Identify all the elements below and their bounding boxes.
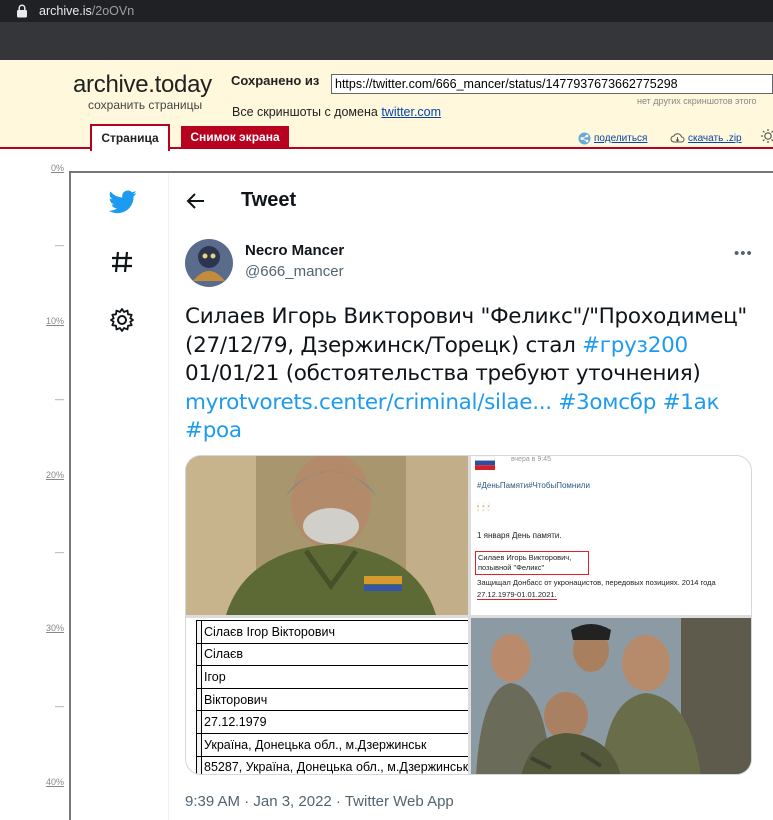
download-label: скачать .zip — [688, 132, 742, 144]
ruler-mark[interactable]: — — [40, 701, 64, 711]
hashtag-icon[interactable] — [109, 249, 135, 275]
vk-name-line: Силаев Игорь Викторович, — [478, 553, 572, 562]
lock-icon — [17, 4, 27, 18]
url-display[interactable]: archive.is/2oOVn — [16, 2, 134, 20]
table-row: Сілаєв — [196, 642, 468, 667]
domain-link[interactable]: twitter.com — [381, 105, 441, 119]
browser-toolbar — [0, 22, 773, 60]
vk-post-text: Защищал Донбасс от укронацистов, передов… — [477, 578, 716, 587]
media-photo-group[interactable] — [471, 618, 751, 774]
hashtag-link[interactable]: #роа — [185, 418, 242, 443]
avatar-image — [185, 239, 233, 287]
vk-post-day: 1 января День памяти. — [477, 531, 562, 540]
saved-url-field[interactable]: https://twitter.com/666_mancer/status/14… — [331, 74, 773, 94]
document-table: Сілаєв Ігор Вікторович Сілаєв Ігор Вікто… — [196, 620, 468, 774]
ruler-mark[interactable]: — — [40, 547, 64, 557]
url-link[interactable]: myrotvorets.center/criminal/silae... — [185, 390, 552, 415]
table-cell: Україна, Донецька обл., м.Дзержинськ — [200, 732, 468, 757]
tab-page[interactable]: Страница — [90, 124, 170, 151]
cloud-download-icon — [670, 133, 685, 143]
download-zip-link[interactable]: скачать .zip — [670, 132, 742, 144]
table-cell: 27.12.1979 — [200, 710, 468, 734]
tweet-text: Силаев Игорь Викторович "Феликс"/"Проход… — [185, 303, 757, 446]
ruler-mark[interactable]: 20% — [40, 470, 64, 480]
table-cell: Вікторович — [200, 687, 468, 712]
back-arrow-icon[interactable] — [186, 191, 206, 211]
share-label: поделиться — [594, 133, 648, 144]
archive-header: archive.today сохранить страницы Сохране… — [0, 60, 773, 151]
table-row: Ігор — [196, 665, 468, 689]
table-cell: 85287, Україна, Донецька обл., м.Дзержин… — [200, 755, 468, 774]
share-link[interactable]: поделиться — [578, 132, 647, 145]
browser-address-bar[interactable]: archive.is/2oOVn — [0, 0, 773, 22]
table-cell: Сілаєв — [200, 642, 468, 667]
ruler-mark[interactable]: 0% — [40, 163, 64, 173]
ruler-mark[interactable]: 40% — [40, 777, 64, 787]
hashtag-link[interactable]: #груз200 — [582, 333, 688, 358]
ruler-mark[interactable]: — — [40, 394, 64, 404]
all-screenshots-line: Все скриншоты с домена twitter.com — [232, 105, 441, 119]
vk-name-line: позывной "Феликс" — [478, 563, 545, 572]
vk-post-date: вчера в 9:45 — [511, 456, 551, 463]
tab-screenshot[interactable]: Снимок экрана — [181, 126, 289, 148]
twitter-side-nav — [71, 173, 169, 820]
table-row: 85287, Україна, Донецька обл., м.Дзержин… — [196, 755, 468, 774]
media-vk-post[interactable]: вчера в 9:45 #ДеньПамяти#ЧтобыПомнили 🕯🕯… — [471, 456, 751, 615]
url-domain: archive.is — [39, 4, 92, 18]
no-other-snapshots-note: нет других скриншотов этого — [637, 96, 757, 106]
tweet-timestamp[interactable]: 9:39 AM · Jan 3, 2022 · Twitter Web App — [185, 793, 454, 810]
all-screenshots-label: Все скриншоты с домена — [232, 105, 378, 119]
ruler-mark[interactable]: 10% — [40, 316, 64, 326]
settings-gear-icon[interactable] — [109, 307, 135, 333]
tweet-header: Tweet — [170, 173, 773, 230]
tweet-media[interactable]: вчера в 9:45 #ДеньПамяти#ЧтобыПомнили 🕯🕯… — [185, 455, 752, 775]
author-name[interactable]: Necro Mancer — [245, 242, 344, 259]
author-avatar[interactable] — [185, 239, 233, 287]
flag-icon — [475, 456, 495, 470]
tweet-text-part: 01/01/21 (обстоятельства требуют уточнен… — [185, 361, 701, 386]
candles-icon: 🕯🕯🕯 — [477, 503, 493, 512]
media-photo-portrait[interactable] — [186, 456, 468, 615]
saved-from-label: Сохранено из — [231, 73, 320, 88]
twitter-bird-icon[interactable] — [109, 190, 137, 214]
table-cell: Сілаєв Ігор Вікторович — [200, 620, 468, 644]
hashtag-link[interactable]: #3омсбр — [558, 390, 656, 415]
sun-icon[interactable] — [760, 128, 773, 144]
media-document-table[interactable]: Сілаєв Ігор Вікторович Сілаєв Ігор Вікто… — [186, 618, 468, 774]
table-row: Сілаєв Ігор Вікторович — [196, 620, 468, 644]
ruler-mark[interactable]: 30% — [40, 623, 64, 633]
archive-logo[interactable]: archive.today — [73, 71, 212, 99]
group-photo — [471, 618, 751, 774]
more-options-icon[interactable]: ••• — [734, 245, 753, 262]
table-row: Вікторович — [196, 687, 468, 712]
tweet-header-title: Tweet — [241, 189, 297, 211]
table-row: 27.12.1979 — [196, 710, 468, 734]
ruler-mark[interactable]: — — [40, 240, 64, 250]
vk-post-tags: #ДеньПамяти#ЧтобыПомнили — [477, 481, 590, 490]
url-path: /2oOVn — [91, 4, 135, 18]
table-row: Україна, Донецька обл., м.Дзержинськ — [196, 732, 468, 757]
portrait-photo — [186, 456, 468, 615]
author-handle[interactable]: @666_mancer — [245, 263, 344, 280]
table-cell: Ігор — [200, 665, 468, 689]
archived-page: Tweet Necro Mancer @666_mancer ••• Силае… — [69, 171, 773, 820]
vk-post-dates: 27.12.1979-01.01.2021. — [477, 590, 557, 600]
vk-post-name-box: Силаев Игорь Викторович, позывной "Фелик… — [475, 551, 589, 575]
archive-tagline: сохранить страницы — [88, 98, 203, 112]
share-icon — [578, 132, 591, 145]
hashtag-link[interactable]: #1ак — [663, 390, 720, 415]
